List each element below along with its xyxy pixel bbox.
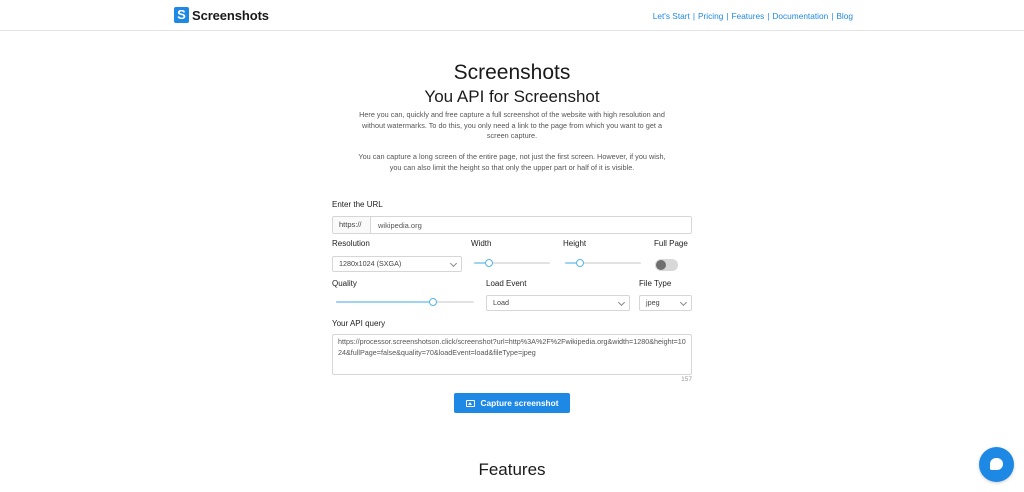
height-label: Height (563, 239, 587, 248)
logo-s-icon: S (174, 7, 189, 23)
height-slider-thumb[interactable] (576, 259, 584, 267)
load-event-value: Load (493, 298, 509, 307)
nav-separator: | (692, 11, 695, 21)
url-label: Enter the URL (332, 200, 383, 209)
file-type-label: File Type (639, 279, 672, 288)
fullpage-label: Full Page (654, 239, 688, 248)
quality-slider[interactable] (336, 297, 474, 307)
intro-paragraph-1: Here you can, quickly and free capture a… (359, 110, 665, 140)
intro-paragraph-2: You can capture a long screen of the ent… (358, 152, 666, 172)
page-subtitle: You API for Screenshot (424, 87, 600, 106)
image-icon (465, 399, 475, 407)
chat-button[interactable] (979, 447, 1014, 482)
logo[interactable]: S Screenshots (174, 7, 269, 23)
quality-slider-fill (336, 301, 433, 303)
height-slider[interactable] (565, 258, 641, 268)
quality-slider-thumb[interactable] (429, 298, 437, 306)
fullpage-toggle[interactable] (655, 259, 678, 271)
width-label: Width (471, 239, 492, 248)
chevron-down-icon (679, 298, 688, 307)
chevron-down-icon (449, 259, 458, 268)
load-event-select[interactable]: Load (486, 295, 630, 311)
nav-pricing[interactable]: Pricing (698, 11, 723, 21)
chevron-down-icon (617, 298, 626, 307)
api-query-textarea[interactable]: https://processor.screenshotson.click/sc… (332, 334, 692, 375)
features-heading: Features (478, 460, 546, 479)
url-protocol-prefix: https:// (333, 217, 371, 233)
nav-lets-start[interactable]: Let's Start (653, 11, 690, 21)
nav-documentation[interactable]: Documentation (772, 11, 828, 21)
nav-blog[interactable]: Blog (836, 11, 853, 21)
fullpage-toggle-knob (656, 260, 666, 270)
page-title: Screenshots (453, 61, 571, 84)
load-event-label: Load Event (486, 279, 527, 288)
width-slider-thumb[interactable] (485, 259, 493, 267)
api-query-char-count: 157 (681, 376, 692, 383)
top-header: S Screenshots Let's Start | Pricing | Fe… (0, 0, 1024, 31)
nav-separator: | (726, 11, 729, 21)
quality-label: Quality (332, 279, 357, 288)
url-input-group: https:// (332, 216, 692, 234)
nav-separator: | (767, 11, 770, 21)
width-slider[interactable] (474, 258, 550, 268)
file-type-value: jpeg (646, 298, 660, 307)
main-nav: Let's Start | Pricing | Features | Docum… (653, 11, 853, 21)
resolution-label: Resolution (332, 239, 370, 248)
nav-separator: | (831, 11, 834, 21)
chat-bubble-icon (990, 458, 1003, 470)
url-input[interactable] (371, 217, 691, 233)
file-type-select[interactable]: jpeg (639, 295, 692, 311)
logo-text: Screenshots (192, 7, 269, 23)
api-query-label: Your API query (332, 319, 386, 328)
nav-features[interactable]: Features (732, 11, 765, 21)
resolution-select[interactable]: 1280x1024 (SXGA) (332, 256, 462, 272)
resolution-value: 1280x1024 (SXGA) (339, 259, 402, 268)
capture-button-label: Capture screenshot (480, 398, 559, 408)
capture-screenshot-button[interactable]: Capture screenshot (454, 393, 570, 413)
